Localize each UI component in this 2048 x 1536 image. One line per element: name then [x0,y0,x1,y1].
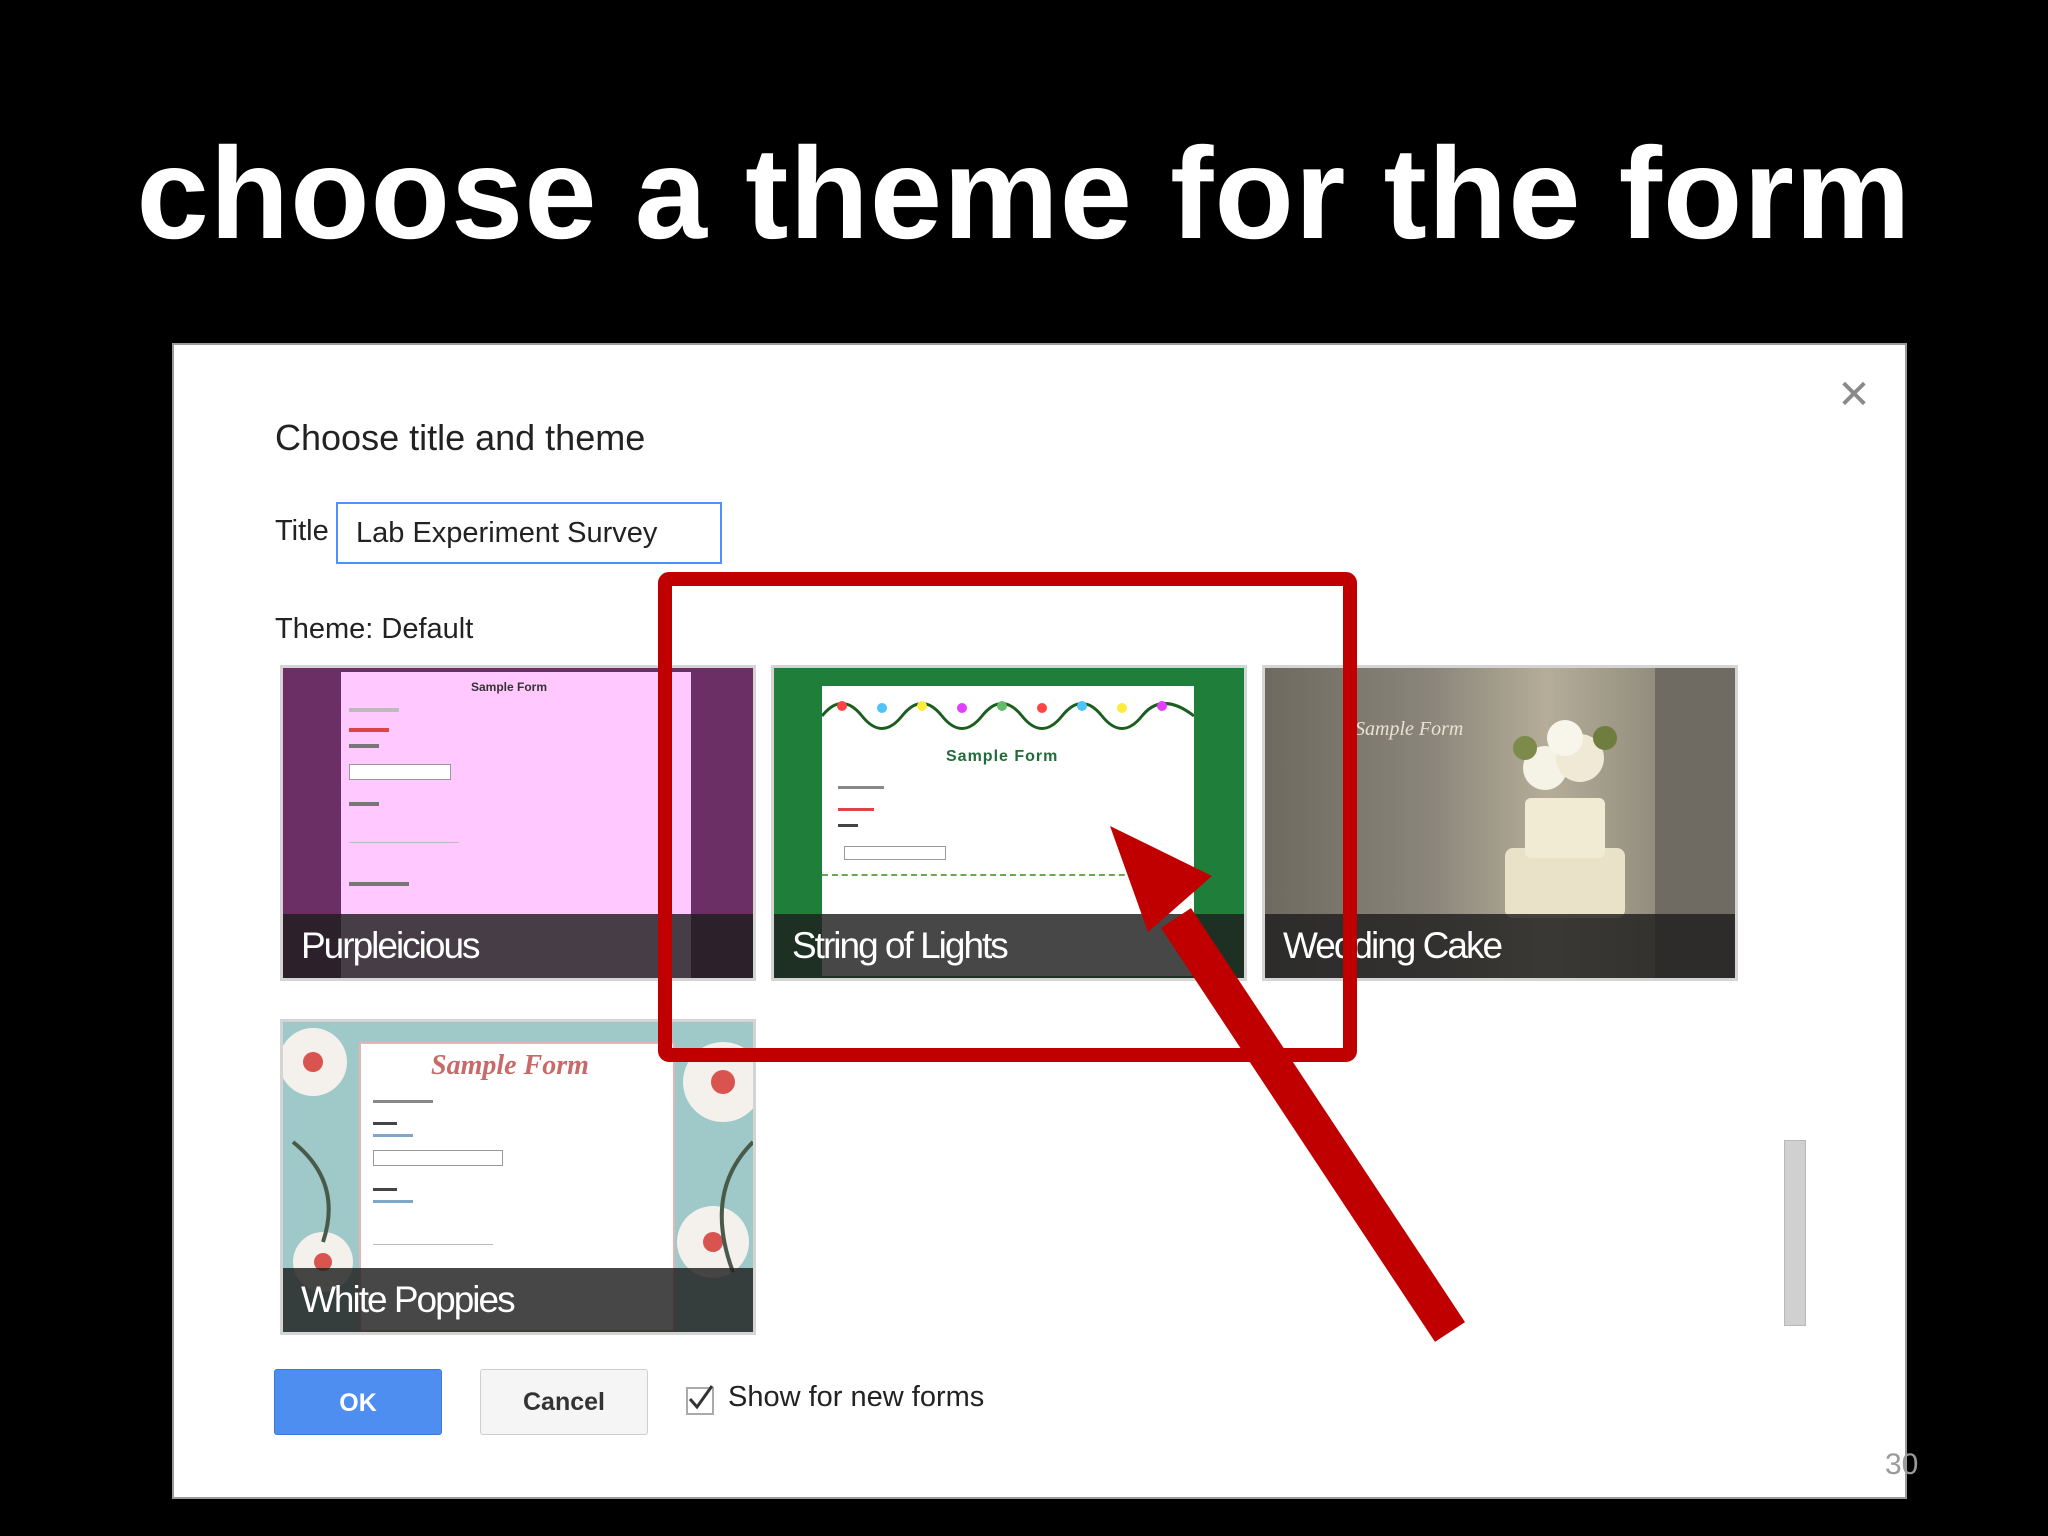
theme-caption: String of Lights [774,914,1244,978]
show-for-new-forms-label: Show for new forms [728,1381,985,1413]
slide-title: choose a theme for the form [136,120,1912,266]
theme-wedding-cake[interactable]: Sample Form Wedding Cake [1262,665,1738,981]
title-input[interactable] [336,502,722,564]
cancel-button[interactable]: Cancel [480,1369,648,1435]
page-number: 30 [1885,1448,1919,1481]
dialog-title: Choose title and theme [275,417,646,458]
preview-title: Sample Form [471,680,548,694]
lights-garland-icon [822,701,1194,730]
close-icon[interactable]: ✕ [1834,375,1874,415]
preview-title: Sample Form [1355,718,1464,740]
wedding-cake-icon [1505,720,1625,918]
checkmark-icon [688,1385,714,1410]
theme-white-poppies[interactable]: Sample Form White Poppies [280,1019,756,1335]
theme-caption: White Poppies [283,1268,753,1332]
theme-purpleicious[interactable]: Sample Form Purpleicious [280,665,756,981]
theme-caption: Purpleicious [283,914,753,978]
choose-theme-dialog: ✕ Choose title and theme Title Theme: De… [172,343,1907,1499]
ok-button[interactable]: OK [274,1369,442,1435]
preview-title: Sample Form [431,1050,589,1081]
title-label: Title [275,515,329,547]
preview-title: Sample Form [946,748,1059,765]
show-for-new-forms-checkbox[interactable] [686,1385,714,1415]
theme-label: Theme: Default [275,613,474,645]
theme-list-scrollbar[interactable] [1784,1140,1806,1326]
theme-caption: Wedding Cake [1265,914,1735,978]
theme-string-of-lights[interactable]: Sample Form String of Lights [771,665,1247,981]
